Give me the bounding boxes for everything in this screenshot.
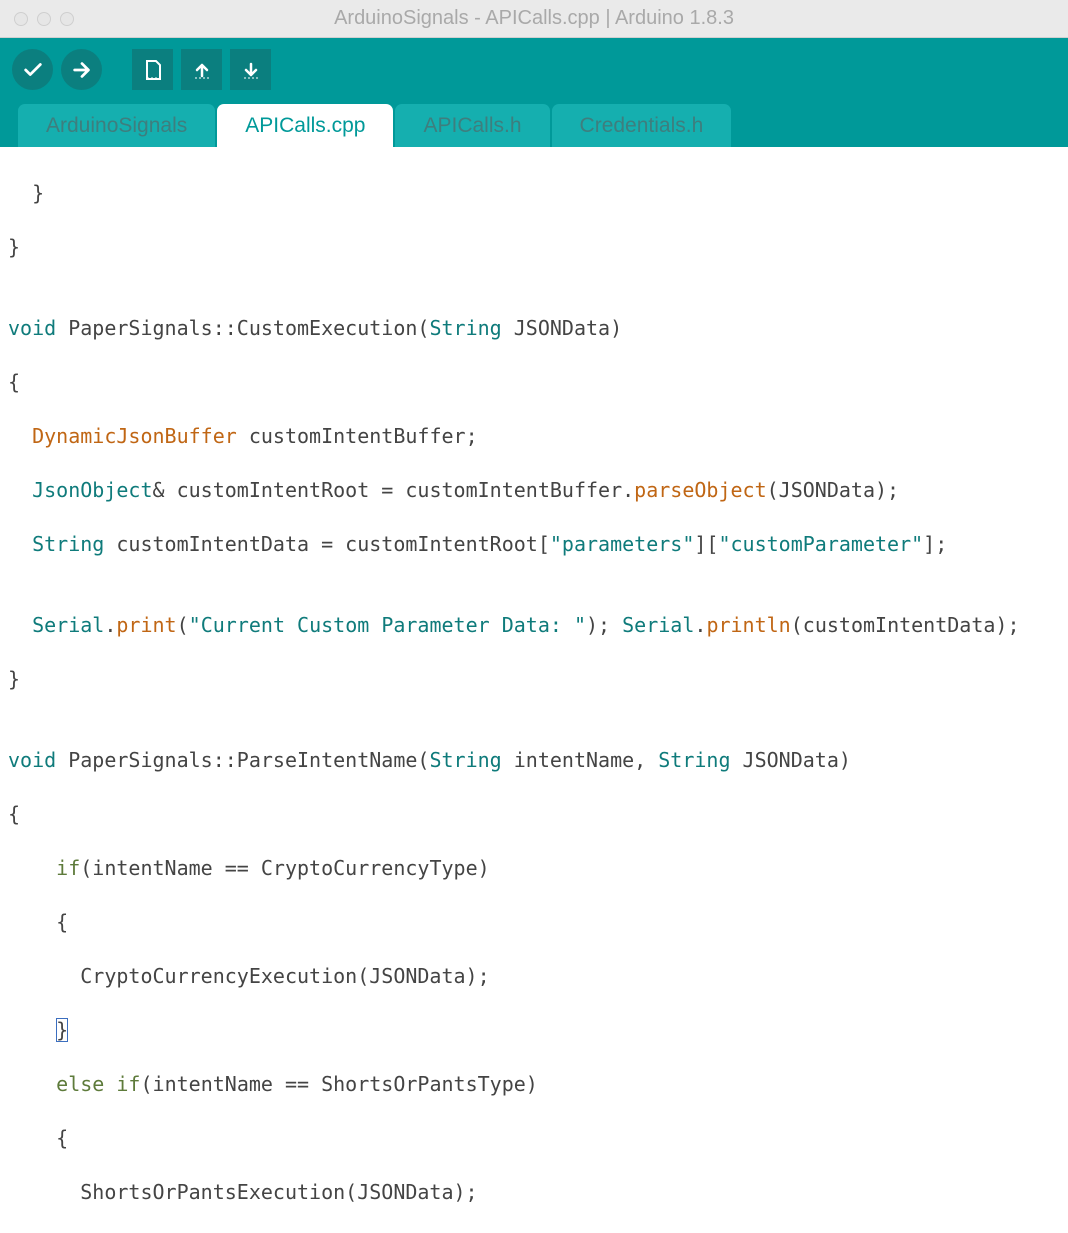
- code-line: JsonObject& customIntentRoot = customInt…: [8, 477, 1060, 504]
- titlebar: ArduinoSignals - APICalls.cpp | Arduino …: [0, 0, 1068, 38]
- code-line: {: [8, 801, 1060, 828]
- code-line: Serial.print("Current Custom Parameter D…: [8, 612, 1060, 639]
- tab-apicalls-h[interactable]: APICalls.h: [395, 104, 549, 147]
- toolbar: [0, 38, 1068, 101]
- tab-arduinosignals[interactable]: ArduinoSignals: [18, 104, 215, 147]
- window-title: ArduinoSignals - APICalls.cpp | Arduino …: [0, 7, 1068, 30]
- code-line: }: [8, 180, 1060, 207]
- code-line: ShortsOrPantsExecution(JSONData);: [8, 1179, 1060, 1206]
- code-line: {: [8, 1125, 1060, 1152]
- code-line: }: [8, 234, 1060, 261]
- upload-button[interactable]: [61, 49, 102, 90]
- code-line: {: [8, 909, 1060, 936]
- code-line: else if(intentName == ShortsOrPantsType): [8, 1071, 1060, 1098]
- code-line: }: [8, 1017, 1060, 1044]
- minimize-window-icon[interactable]: [37, 12, 51, 26]
- open-button[interactable]: [181, 49, 222, 90]
- code-line: CryptoCurrencyExecution(JSONData);: [8, 963, 1060, 990]
- code-line: String customIntentData = customIntentRo…: [8, 531, 1060, 558]
- code-line: DynamicJsonBuffer customIntentBuffer;: [8, 423, 1060, 450]
- check-icon: [22, 59, 44, 81]
- arrow-down-icon: [239, 58, 263, 82]
- code-line: void PaperSignals::ParseIntentName(Strin…: [8, 747, 1060, 774]
- tab-credentials-h[interactable]: Credentials.h: [552, 104, 732, 147]
- code-editor[interactable]: } } void PaperSignals::CustomExecution(S…: [0, 147, 1068, 1233]
- file-icon: [141, 58, 165, 82]
- code-line: }: [8, 666, 1060, 693]
- code-line: void PaperSignals::CustomExecution(Strin…: [8, 315, 1060, 342]
- window-controls: [14, 12, 74, 26]
- new-button[interactable]: [132, 49, 173, 90]
- close-window-icon[interactable]: [14, 12, 28, 26]
- bracket-match-highlight: }: [56, 1018, 68, 1042]
- verify-button[interactable]: [12, 49, 53, 90]
- zoom-window-icon[interactable]: [60, 12, 74, 26]
- arrow-right-icon: [71, 59, 93, 81]
- tab-apicalls-cpp[interactable]: APICalls.cpp: [217, 104, 393, 147]
- code-line: {: [8, 369, 1060, 396]
- tabbar: ArduinoSignals APICalls.cpp APICalls.h C…: [0, 101, 1068, 147]
- arrow-up-icon: [190, 58, 214, 82]
- code-line: if(intentName == CryptoCurrencyType): [8, 855, 1060, 882]
- save-button[interactable]: [230, 49, 271, 90]
